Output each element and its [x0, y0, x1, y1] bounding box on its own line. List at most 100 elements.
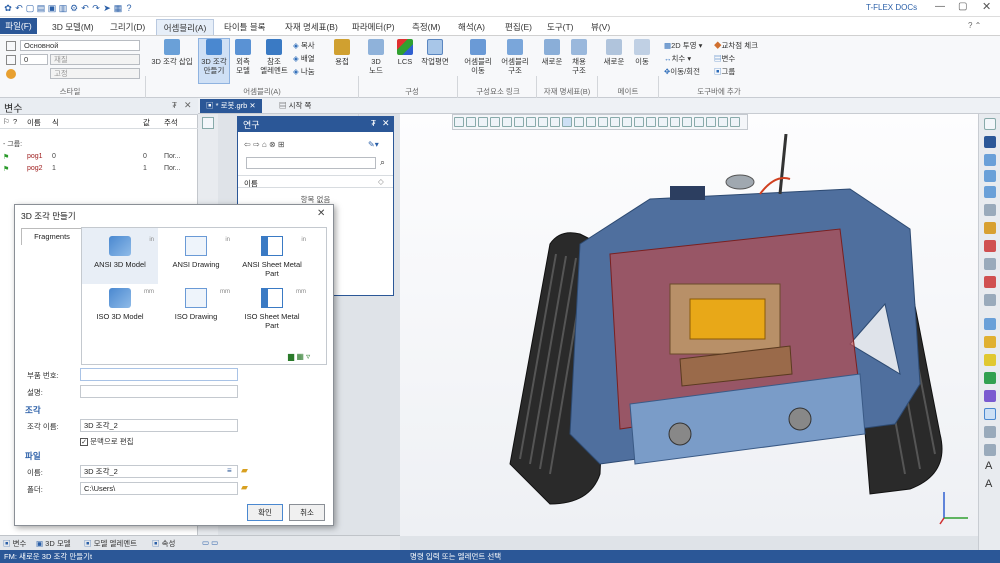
render-icon[interactable] [658, 117, 668, 127]
color-toggle-icon[interactable] [706, 117, 716, 127]
zoom-icon[interactable] [490, 117, 500, 127]
active-tool-icon[interactable] [984, 408, 996, 420]
orbit-icon[interactable] [984, 204, 996, 216]
display-icon[interactable] [718, 117, 728, 127]
filter-icon[interactable] [466, 117, 476, 127]
view-icon[interactable]: ▦ [113, 3, 123, 13]
move-rotate-button[interactable]: ✥이동/회전 [664, 66, 700, 77]
zoom-out-icon[interactable] [984, 170, 996, 182]
3d-viewport[interactable] [400, 114, 978, 536]
menu-assembly[interactable]: 어셈블리(A) [156, 19, 214, 35]
check-icon[interactable] [984, 276, 996, 288]
settings-icon[interactable]: ⚙ [69, 3, 79, 13]
section-view-icon[interactable] [984, 426, 996, 438]
menu-drawing[interactable]: 그리기(D) [108, 19, 147, 35]
minimize-button[interactable]: — [935, 1, 945, 12]
view-mode-icons[interactable]: ▆ ▦ ▿ [288, 352, 310, 361]
pan-icon[interactable] [478, 117, 488, 127]
camera-icon[interactable] [670, 117, 680, 127]
col-comment[interactable]: 주석 [164, 117, 178, 128]
cursor-icon[interactable]: ➤ [102, 3, 112, 13]
pin-icon[interactable]: ₮ [172, 101, 177, 110]
material-combo[interactable]: 재질 [50, 54, 140, 65]
close-button[interactable]: ✕ [982, 0, 991, 13]
view-front-icon[interactable] [574, 117, 584, 127]
undo-quick-icon[interactable]: ↶ [14, 3, 24, 13]
column-settings-icon[interactable]: ◇ [378, 177, 384, 186]
point-icon[interactable] [526, 117, 536, 127]
light-icon[interactable] [682, 117, 692, 127]
shading-icon[interactable] [610, 117, 620, 127]
cancel-button[interactable]: 취소 [289, 504, 325, 521]
insert-fragment-button[interactable]: 3D 조각 삽입 [148, 39, 196, 66]
research-pin-icon[interactable]: ₮ [371, 119, 376, 128]
lcs-button[interactable]: LCS [394, 39, 416, 66]
forward-icon[interactable]: ⇨ [253, 140, 260, 149]
search-icon[interactable]: ⌕ [380, 157, 385, 168]
tab-variables[interactable]: ▣ 변수 [3, 538, 26, 549]
tab-robot[interactable]: ▣ * 로봇.grb ✕ [200, 99, 262, 113]
ok-button[interactable]: 확인 [247, 504, 283, 521]
tab-properties[interactable]: ▣ 속성 [152, 538, 175, 549]
color-icon[interactable] [6, 69, 16, 79]
stop-icon[interactable]: ⊗ [269, 140, 276, 149]
edit-in-context-checkbox[interactable]: ✓ 문맥으로 편집 [80, 436, 134, 447]
text-icon[interactable]: A [985, 460, 992, 472]
col-name[interactable]: 이름 [27, 117, 41, 128]
copy-button[interactable]: ◈ 복사 [293, 40, 315, 51]
tab-3d-model[interactable]: ▣ 3D 모델 [36, 538, 71, 549]
magnet-icon[interactable] [984, 136, 996, 148]
split-button[interactable]: ◈ 나눔 [293, 66, 315, 77]
hide-icon[interactable] [646, 117, 656, 127]
more-icon[interactable] [730, 117, 740, 127]
research-close-icon[interactable]: ✕ [382, 118, 390, 129]
group-row[interactable]: - 그룹: [3, 139, 22, 149]
panel-close-icon[interactable]: ✕ [184, 100, 192, 111]
list-icon[interactable]: ≡ [227, 466, 232, 475]
weld-button[interactable]: 용접 [331, 39, 353, 66]
text-style-icon[interactable]: A [985, 478, 992, 490]
fragment-ansi-drawing[interactable]: ANSI Drawing in [162, 236, 230, 269]
variable-button[interactable]: ▤변수 [714, 53, 735, 64]
menu-analysis[interactable]: 해석(A) [456, 19, 487, 35]
arc-icon[interactable] [984, 258, 996, 270]
measure-icon[interactable] [694, 117, 704, 127]
edge-icon[interactable] [538, 117, 548, 127]
fit-view-icon[interactable] [202, 117, 214, 129]
select-icon[interactable] [454, 117, 464, 127]
box-icon[interactable] [984, 318, 996, 330]
color-cube-icon[interactable] [984, 354, 996, 366]
folder-browse-icon[interactable]: ▰ [241, 465, 248, 476]
assembly-move-button[interactable]: 어셈블리 이동 [460, 39, 496, 75]
back-icon[interactable]: ⇦ [244, 140, 251, 149]
folder-input[interactable]: C:\Users\ [80, 482, 238, 495]
menu-view[interactable]: 뷰(V) [589, 19, 612, 35]
external-model-button[interactable]: 외측 모델 [232, 39, 254, 75]
menu-parameters[interactable]: 파라메터(P) [350, 19, 397, 35]
view-top-icon[interactable] [586, 117, 596, 127]
file-name-input[interactable]: 3D 조각_2 [80, 465, 238, 478]
refresh-icon[interactable]: ⊞ [278, 140, 285, 149]
tab-fragments[interactable]: Fragments [21, 228, 83, 245]
table-row[interactable]: ⚑ pog1 0 0 Пог... [0, 153, 198, 164]
search-options-icon[interactable]: ✎▾ [368, 140, 379, 149]
workplane-button[interactable]: 작업평면 [418, 39, 452, 66]
dimension-tool-icon[interactable] [984, 444, 996, 456]
bom-new-button[interactable]: 새로운 [538, 39, 566, 66]
view-side-icon[interactable] [598, 117, 608, 127]
help-question-icon[interactable]: ? ⌃ [968, 21, 981, 30]
line-icon[interactable] [984, 240, 996, 252]
level-icon[interactable] [6, 55, 16, 65]
fragment-iso-3d-model[interactable]: ISO 3D Model mm [86, 288, 154, 321]
fragment-iso-sheet-metal[interactable]: ISO Sheet Metal Part mm [238, 288, 306, 330]
face-icon[interactable] [550, 117, 560, 127]
undo-icon[interactable]: ↶ [80, 3, 90, 13]
tab-model-elements[interactable]: ▣ 모델 엘레멘트 [84, 538, 137, 549]
maximize-button[interactable]: ▢ [958, 1, 967, 12]
home-icon[interactable]: ⌂ [262, 140, 267, 149]
assembly-structure-button[interactable]: 어셈블리 구조 [498, 39, 532, 75]
tab-start-page[interactable]: ▤ 시작 쪽 [273, 99, 317, 113]
open-icon[interactable]: ▤ [36, 3, 46, 13]
fragment-iso-drawing[interactable]: ISO Drawing mm [162, 288, 230, 321]
table-row[interactable]: ⚑ pog2 1 1 Пог... [0, 165, 198, 176]
